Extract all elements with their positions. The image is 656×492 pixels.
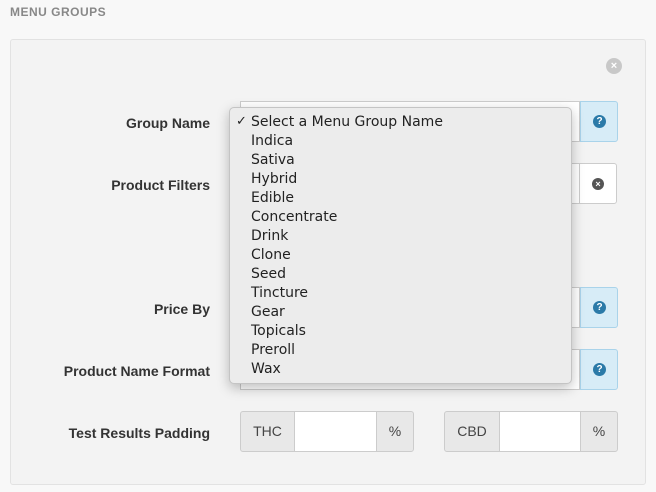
dropdown-option[interactable]: Wax (251, 361, 281, 377)
group-name-help-button[interactable]: ? (580, 101, 618, 142)
product-filters-clear-button[interactable]: × (579, 163, 617, 204)
thc-padding-input[interactable] (295, 411, 377, 452)
thc-percent-addon: % (376, 411, 414, 452)
dropdown-option[interactable]: Edible (251, 190, 294, 206)
help-icon: ? (593, 115, 606, 128)
dropdown-option[interactable]: Drink (251, 228, 288, 244)
product-filters-label: Product Filters (111, 177, 210, 193)
product-name-format-help-button[interactable]: ? (580, 349, 618, 390)
dropdown-option[interactable]: Indica (251, 133, 293, 149)
thc-addon: THC (240, 411, 295, 452)
group-name-label: Group Name (125, 115, 210, 131)
checkmark-icon: ✓ (236, 114, 247, 129)
group-name-dropdown: ✓ Select a Menu Group Name Indica Sativa… (229, 107, 572, 384)
dropdown-option[interactable]: Sativa (251, 152, 295, 168)
product-name-format-label: Product Name Format (63, 363, 210, 379)
test-results-padding-label: Test Results Padding (68, 425, 210, 441)
cbd-percent-addon: % (580, 411, 618, 452)
cbd-padding-input[interactable] (500, 411, 581, 452)
help-icon: ? (593, 363, 606, 376)
dropdown-option[interactable]: Gear (251, 304, 285, 320)
clear-icon: × (592, 178, 604, 190)
close-icon[interactable]: × (606, 58, 622, 74)
help-icon: ? (593, 301, 606, 314)
section-title: MENU GROUPS (10, 5, 107, 19)
dropdown-option[interactable]: Seed (251, 266, 286, 282)
dropdown-option[interactable]: Clone (251, 247, 291, 263)
dropdown-option[interactable]: Topicals (251, 323, 306, 339)
dropdown-option[interactable]: Tincture (251, 285, 308, 301)
dropdown-option[interactable]: Select a Menu Group Name (251, 114, 443, 130)
dropdown-option[interactable]: Preroll (251, 342, 295, 358)
price-by-help-button[interactable]: ? (580, 287, 618, 328)
dropdown-option[interactable]: Hybrid (251, 171, 297, 187)
dropdown-option[interactable]: Concentrate (251, 209, 337, 225)
price-by-label: Price By (153, 301, 210, 317)
cbd-addon: CBD (444, 411, 500, 452)
